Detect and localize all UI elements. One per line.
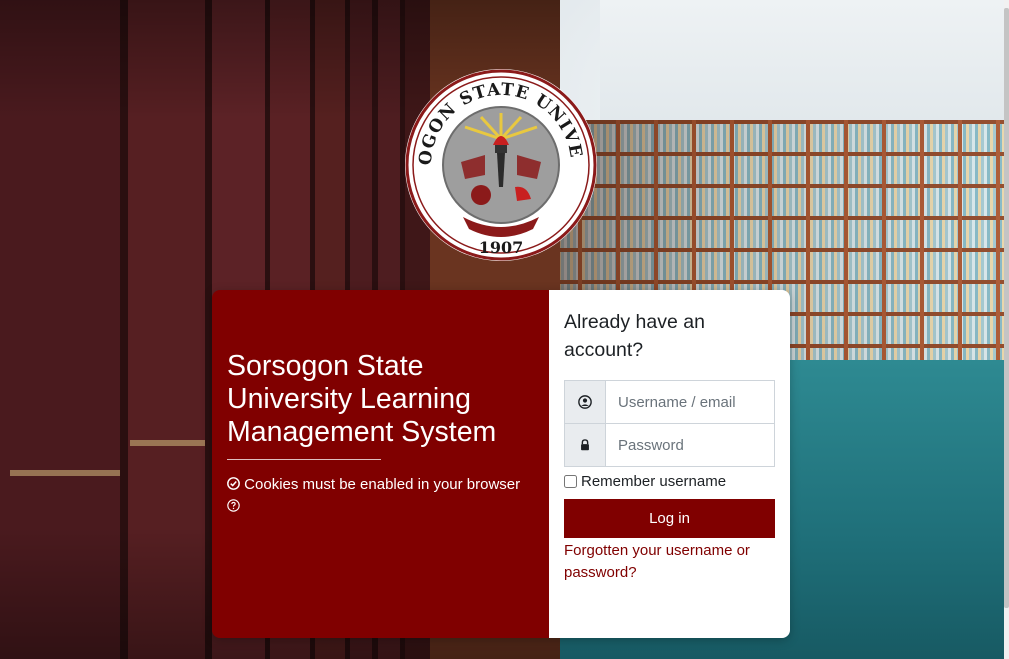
page-scrollbar[interactable] (1004, 0, 1009, 659)
login-form-panel: Already have an account? R (549, 290, 790, 638)
password-addon (565, 424, 606, 466)
forgot-password-link[interactable]: Forgotten your username or password? (564, 540, 775, 584)
title-divider (227, 459, 381, 460)
user-circle-icon (578, 395, 592, 409)
question-circle-icon[interactable] (227, 499, 240, 512)
username-addon (565, 381, 606, 423)
login-card: Sorsogon State University Learning Manag… (212, 290, 790, 638)
check-circle-icon (227, 477, 240, 490)
remember-username-label[interactable]: Remember username (581, 473, 726, 490)
svg-text:1907: 1907 (479, 238, 524, 257)
book-band (130, 440, 205, 446)
lock-icon (581, 439, 589, 451)
password-field-group (564, 424, 775, 467)
login-heading: Already have an account? (564, 311, 705, 361)
username-input[interactable] (606, 381, 774, 423)
university-seal-logo: SORSOGON STATE UNIVERSITY 1907 (403, 67, 597, 261)
login-intro-panel: Sorsogon State University Learning Manag… (212, 290, 549, 638)
page-scrollbar-thumb[interactable] (1004, 8, 1009, 608)
password-input[interactable] (606, 424, 774, 466)
username-field-group (564, 380, 775, 424)
cookie-notice-text: Cookies must be enabled in your browser (244, 476, 521, 493)
book-band (10, 470, 120, 476)
remember-username-row: Remember username (564, 470, 775, 492)
remember-username-checkbox[interactable] (564, 474, 577, 488)
cookie-notice: Cookies must be enabled in your browser (227, 474, 535, 518)
login-button[interactable]: Log in (564, 499, 775, 538)
site-title: Sorsogon State University Learning Manag… (227, 350, 497, 448)
